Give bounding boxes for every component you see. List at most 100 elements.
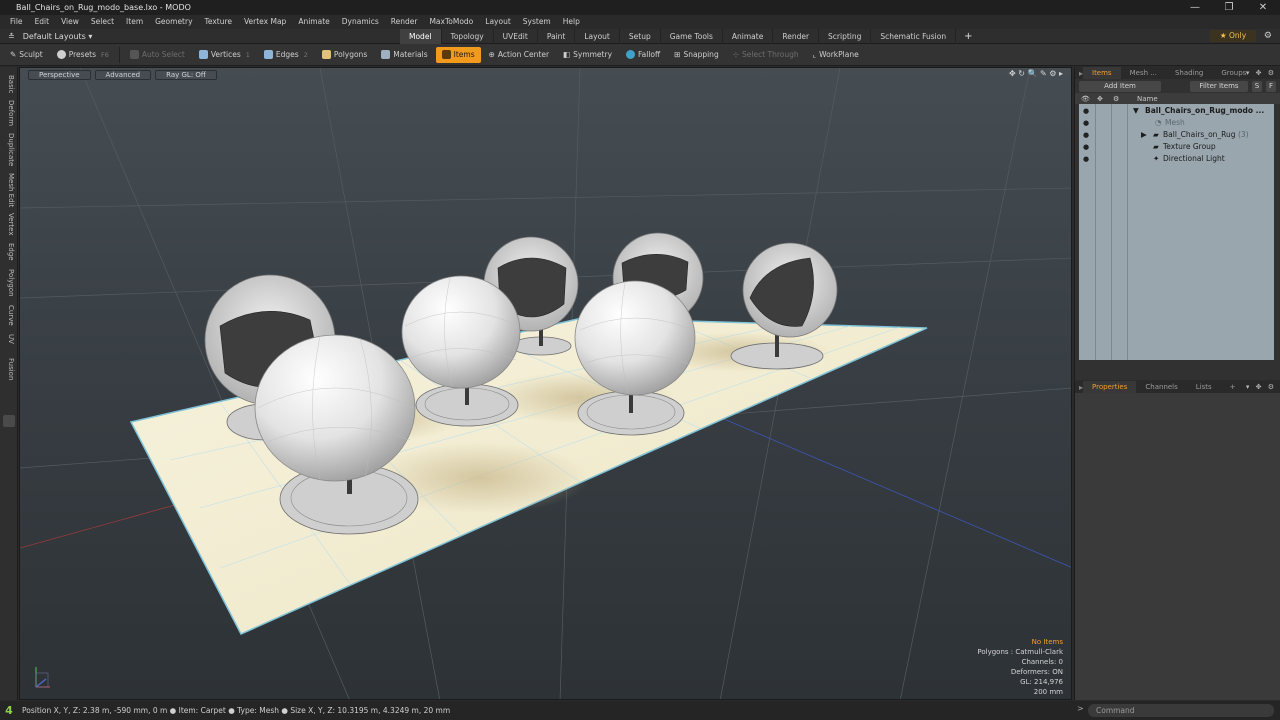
panel-collapse-icon[interactable]: ▸: [1075, 69, 1083, 78]
viewport-nav-icons[interactable]: ✥ ↻ 🔍 ✎ ⚙ ▸: [1009, 69, 1063, 78]
view-mode-dropdown[interactable]: Perspective: [28, 69, 91, 80]
menu-maxtomodo[interactable]: MaxToModo: [423, 15, 479, 29]
menu-system[interactable]: System: [517, 15, 557, 29]
maximize-button[interactable]: ❐: [1212, 0, 1246, 15]
tab-scripting[interactable]: Scripting: [819, 28, 872, 44]
tab-paint[interactable]: Paint: [538, 28, 576, 44]
name-column-header[interactable]: Name: [1137, 95, 1158, 103]
menu-select[interactable]: Select: [85, 15, 120, 29]
select-through-button[interactable]: ⊹ Select Through: [727, 47, 805, 63]
vtab-curve[interactable]: Curve: [3, 303, 15, 327]
tree-row-mesh[interactable]: ● ◔ Mesh: [1079, 117, 1274, 129]
raygl-toggle[interactable]: Ray GL: Off: [155, 69, 217, 80]
menu-geometry[interactable]: Geometry: [149, 15, 198, 29]
menu-dynamics[interactable]: Dynamics: [336, 15, 385, 29]
tab-properties[interactable]: Properties: [1083, 381, 1137, 393]
workplane-button[interactable]: ⌞ WorkPlane: [807, 47, 865, 63]
menu-animate[interactable]: Animate: [292, 15, 335, 29]
sculpt-button[interactable]: ✎ Sculpt: [4, 47, 49, 63]
menu-texture[interactable]: Texture: [199, 15, 238, 29]
render-column-icon[interactable]: ⚙: [1113, 95, 1119, 103]
materials-button[interactable]: Materials: [375, 47, 433, 63]
eye-icon[interactable]: ●: [1083, 107, 1091, 115]
tab-layout[interactable]: Layout: [575, 28, 620, 44]
tree-row-texture-group[interactable]: ● ▰ Texture Group: [1079, 141, 1274, 153]
snapping-button[interactable]: ⊞ Snapping: [668, 47, 725, 63]
tab-shading[interactable]: Shading: [1166, 67, 1212, 79]
minimize-button[interactable]: —: [1178, 0, 1212, 15]
vtab-polygon[interactable]: Polygon: [3, 267, 15, 299]
tab-topology[interactable]: Topology: [442, 28, 494, 44]
shading-dropdown[interactable]: Advanced: [94, 69, 152, 80]
vtab-fusion[interactable]: Fusion: [3, 355, 15, 383]
menu-edit[interactable]: Edit: [29, 15, 56, 29]
lock-column-icon[interactable]: ✥: [1097, 95, 1103, 103]
add-tab-icon[interactable]: +: [956, 29, 980, 44]
symmetry-button[interactable]: ◧ Symmetry: [557, 47, 618, 63]
tab-animate[interactable]: Animate: [723, 28, 774, 44]
vertices-shortcut: 1: [245, 50, 250, 59]
expander-icon[interactable]: ▼: [1133, 105, 1139, 117]
menu-view[interactable]: View: [55, 15, 85, 29]
filter-toggle-button[interactable]: F: [1266, 80, 1276, 92]
search-toggle-button[interactable]: S: [1252, 80, 1262, 92]
edges-button[interactable]: Edges 2: [258, 47, 314, 63]
falloff-button[interactable]: Falloff: [620, 47, 666, 63]
menu-vertex-map[interactable]: Vertex Map: [238, 15, 292, 29]
close-button[interactable]: ✕: [1246, 0, 1280, 15]
eye-icon[interactable]: ●: [1083, 119, 1091, 127]
tab-render[interactable]: Render: [773, 28, 820, 44]
vtab-mesh-edit[interactable]: Mesh Edit: [3, 171, 15, 209]
eye-icon[interactable]: ●: [1083, 131, 1091, 139]
tree-row-group[interactable]: ● ▶ ▰ Ball_Chairs_on_Rug (3): [1079, 129, 1274, 141]
eye-icon[interactable]: ●: [1083, 143, 1091, 151]
tab-game-tools[interactable]: Game Tools: [661, 28, 723, 44]
vtab-basic[interactable]: Basic: [3, 71, 15, 97]
tab-lists[interactable]: Lists: [1187, 381, 1221, 393]
3d-viewport[interactable]: Perspective Advanced Ray GL: Off ✥ ↻ 🔍 ✎…: [19, 67, 1072, 700]
vtab-vertex[interactable]: Vertex: [3, 211, 15, 237]
expander-icon[interactable]: ▶: [1141, 129, 1147, 141]
menu-file[interactable]: File: [4, 15, 29, 29]
filter-items-button[interactable]: Filter Items: [1190, 80, 1248, 92]
vtab-edge[interactable]: Edge: [3, 241, 15, 263]
gear-icon[interactable]: ⚙: [1264, 29, 1272, 44]
tab-schematic-fusion[interactable]: Schematic Fusion: [871, 28, 957, 44]
tree-row-scene[interactable]: ● ▼ Ball_Chairs_on_Rug_modo ...: [1079, 105, 1274, 117]
panel-menu-icon[interactable]: ▾ ✥ ⚙: [1246, 381, 1276, 393]
tab-items[interactable]: Items: [1083, 67, 1121, 79]
panel-collapse-icon[interactable]: ▸: [1075, 383, 1083, 392]
layouts-icon: ≛: [8, 31, 15, 41]
presets-button[interactable]: Presets F6: [51, 47, 115, 63]
palette-options-icon[interactable]: [3, 415, 15, 427]
add-item-dropdown[interactable]: Add Item: [1079, 80, 1161, 92]
add-panel-tab-icon[interactable]: +: [1221, 381, 1245, 393]
tab-setup[interactable]: Setup: [620, 28, 661, 44]
panel-menu-icon[interactable]: ▾ ✥ ⚙: [1246, 67, 1276, 79]
tab-mesh[interactable]: Mesh ...: [1121, 67, 1166, 79]
vtab-uv[interactable]: UV: [3, 331, 15, 347]
polygons-button[interactable]: Polygons: [316, 47, 373, 63]
command-input[interactable]: Command: [1088, 704, 1274, 717]
eye-icon[interactable]: ●: [1083, 155, 1091, 163]
tree-row-light[interactable]: ● ✦ Directional Light: [1079, 153, 1274, 165]
menu-item[interactable]: Item: [120, 15, 149, 29]
tab-model[interactable]: Model: [400, 28, 442, 44]
action-center-button[interactable]: ⊕ Action Center: [483, 47, 555, 63]
layouts-dropdown[interactable]: ≛ Default Layouts ▾: [0, 32, 120, 41]
vtab-deform[interactable]: Deform: [3, 99, 15, 127]
vertices-button[interactable]: Vertices 1: [193, 47, 256, 63]
falloff-icon: [626, 50, 636, 59]
tab-channels[interactable]: Channels: [1136, 381, 1186, 393]
vertices-icon: [198, 50, 208, 59]
auto-select-button[interactable]: Auto Select: [124, 47, 191, 63]
visibility-column-icon[interactable]: 👁: [1081, 95, 1090, 103]
menu-layout[interactable]: Layout: [479, 15, 517, 29]
menu-help[interactable]: Help: [557, 15, 586, 29]
vtab-duplicate[interactable]: Duplicate: [3, 131, 15, 169]
command-arrow-icon[interactable]: >: [1077, 704, 1084, 713]
items-button[interactable]: Items: [435, 46, 481, 63]
tab-uvedit[interactable]: UVEdit: [494, 28, 538, 44]
menu-render[interactable]: Render: [385, 15, 424, 29]
only-toggle[interactable]: ★ Only: [1210, 30, 1256, 42]
